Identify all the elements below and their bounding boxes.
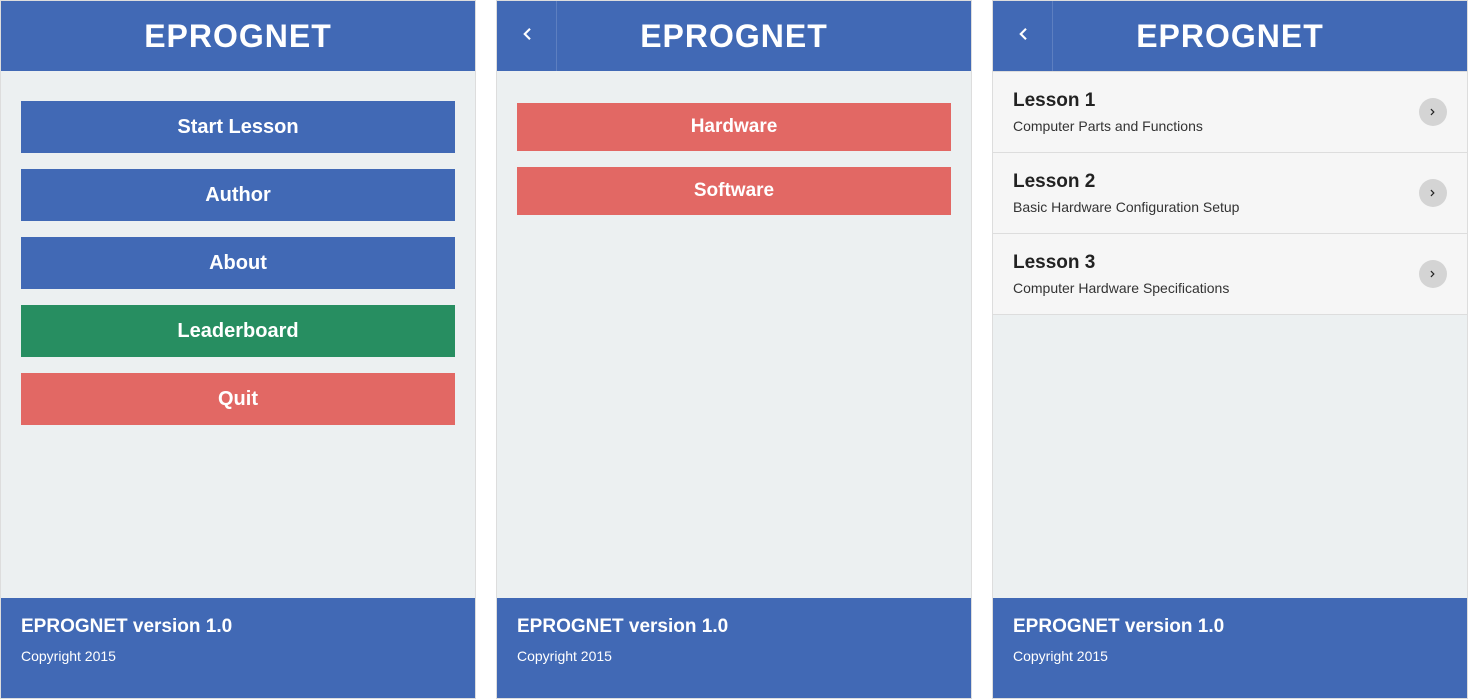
back-button[interactable] (993, 1, 1053, 71)
footer-version: EPROGNET version 1.0 (517, 616, 951, 638)
about-button[interactable]: About (21, 237, 455, 289)
header: EPROGNET (993, 1, 1467, 71)
lesson-title: Lesson 1 (1013, 90, 1419, 112)
lesson-item-1[interactable]: Lesson 1 Computer Parts and Functions (993, 71, 1467, 153)
footer: EPROGNET version 1.0 Copyright 2015 (497, 598, 971, 698)
chevron-right-icon (1419, 260, 1447, 288)
chevron-left-icon (518, 25, 536, 48)
software-button[interactable]: Software (517, 167, 951, 215)
lesson-item-2[interactable]: Lesson 2 Basic Hardware Configuration Se… (993, 153, 1467, 234)
footer-copyright: Copyright 2015 (1013, 648, 1447, 664)
footer-version: EPROGNET version 1.0 (1013, 616, 1447, 638)
lesson-list: Lesson 1 Computer Parts and Functions Le… (993, 71, 1467, 315)
start-lesson-button[interactable]: Start Lesson (21, 101, 455, 153)
footer-version: EPROGNET version 1.0 (21, 616, 455, 638)
header: EPROGNET (497, 1, 971, 71)
footer-copyright: Copyright 2015 (517, 648, 951, 664)
lesson-subtitle: Computer Hardware Specifications (1013, 280, 1419, 296)
lesson-subtitle: Basic Hardware Configuration Setup (1013, 199, 1419, 215)
header: EPROGNET (1, 1, 475, 71)
footer: EPROGNET version 1.0 Copyright 2015 (993, 598, 1467, 698)
lesson-subtitle: Computer Parts and Functions (1013, 118, 1419, 134)
main-menu-content: Start Lesson Author About Leaderboard Qu… (1, 71, 475, 598)
quit-button[interactable]: Quit (21, 373, 455, 425)
category-content: Hardware Software (497, 71, 971, 598)
lesson-item-text: Lesson 3 Computer Hardware Specification… (1013, 252, 1419, 296)
hardware-button[interactable]: Hardware (517, 103, 951, 151)
chevron-left-icon (1014, 25, 1032, 48)
lesson-title: Lesson 2 (1013, 171, 1419, 193)
footer-copyright: Copyright 2015 (21, 648, 455, 664)
leaderboard-button[interactable]: Leaderboard (21, 305, 455, 357)
lesson-item-text: Lesson 2 Basic Hardware Configuration Se… (1013, 171, 1419, 215)
back-button[interactable] (497, 1, 557, 71)
footer: EPROGNET version 1.0 Copyright 2015 (1, 598, 475, 698)
lessons-content: Lesson 1 Computer Parts and Functions Le… (993, 71, 1467, 598)
screen-category: EPROGNET Hardware Software EPROGNET vers… (496, 0, 972, 699)
app-title: EPROGNET (640, 18, 828, 55)
chevron-right-icon (1419, 179, 1447, 207)
author-button[interactable]: Author (21, 169, 455, 221)
lesson-item-text: Lesson 1 Computer Parts and Functions (1013, 90, 1419, 134)
app-title: EPROGNET (144, 18, 332, 55)
screen-lessons: EPROGNET Lesson 1 Computer Parts and Fun… (992, 0, 1468, 699)
app-title: EPROGNET (1136, 18, 1324, 55)
screen-main-menu: EPROGNET Start Lesson Author About Leade… (0, 0, 476, 699)
chevron-right-icon (1419, 98, 1447, 126)
lesson-item-3[interactable]: Lesson 3 Computer Hardware Specification… (993, 234, 1467, 315)
lesson-title: Lesson 3 (1013, 252, 1419, 274)
